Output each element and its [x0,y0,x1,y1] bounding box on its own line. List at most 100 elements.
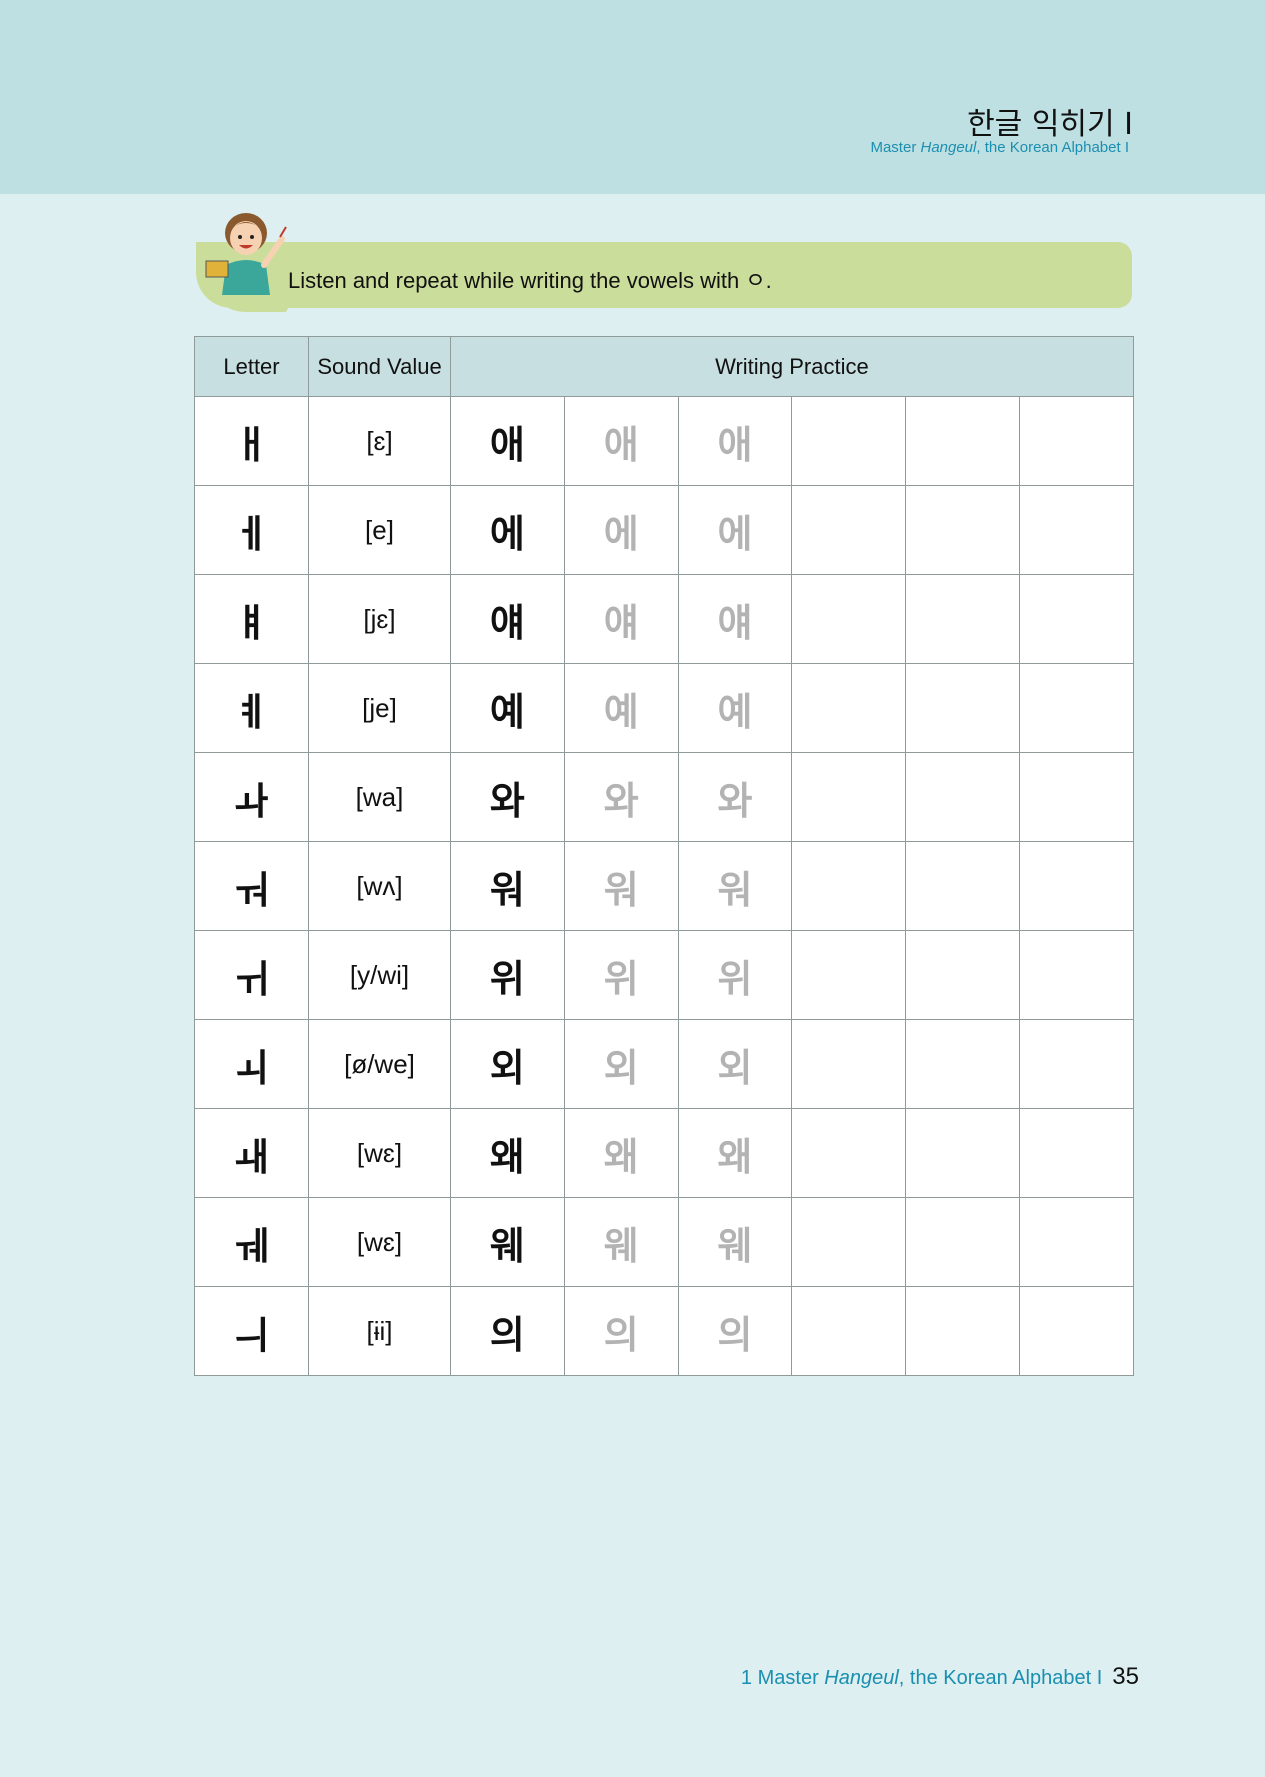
vowel-letter: ㅔ [194,485,309,575]
practice-blank-cell[interactable] [905,1108,1020,1198]
syllable-trace: 의 [563,1286,679,1376]
practice-blank-cell[interactable] [791,1286,907,1376]
practice-blank-cell[interactable] [1018,396,1134,486]
page-title: 한글 익히기 I [967,107,1133,142]
practice-blank-cell[interactable] [791,1019,907,1109]
header-letter: Letter [194,336,309,397]
syllable-trace: 예 [563,663,679,753]
footer-pre: 1 Master [740,1667,825,1689]
practice-blank-cell[interactable] [791,752,907,842]
syllable-model: 워 [450,841,565,931]
sound-value: [je] [308,663,451,753]
practice-blank-cell[interactable] [1018,752,1134,842]
practice-blank-cell[interactable] [791,841,907,931]
page-number: 35 [1112,1663,1139,1690]
syllable-trace: 위 [563,930,679,1020]
practice-blank-cell[interactable] [1018,663,1134,753]
syllable-trace: 에 [563,485,679,575]
syllable-trace: 애 [563,396,679,486]
syllable-trace: 왜 [677,1108,793,1198]
syllable-trace: 에 [677,485,793,575]
table-row: ㅟ [y/wi] 위 위 위 [194,930,1134,1020]
practice-blank-cell[interactable] [1018,930,1134,1020]
header-writing-practice: Writing Practice [450,336,1134,397]
table-row: ㅖ [je] 예 예 예 [194,663,1134,753]
practice-blank-cell[interactable] [1018,841,1134,931]
syllable-trace: 외 [677,1019,793,1109]
practice-blank-cell[interactable] [905,752,1020,842]
practice-blank-cell[interactable] [791,396,907,486]
practice-blank-cell[interactable] [791,485,907,575]
sound-value: [y/wi] [308,930,451,1020]
sound-value: [wɛ] [308,1108,451,1198]
syllable-model: 위 [450,930,565,1020]
vowel-letter: ㅖ [194,663,309,753]
sound-value: [wɛ] [308,1197,451,1287]
table-row: ㅞ [wɛ] 웨 웨 웨 [194,1197,1134,1287]
practice-blank-cell[interactable] [905,841,1020,931]
footer-italic: Hangeul [824,1667,899,1689]
syllable-model: 의 [450,1286,565,1376]
practice-blank-cell[interactable] [791,574,907,664]
instruction-text: Listen and repeat while writing the vowe… [288,268,772,293]
practice-blank-cell[interactable] [905,396,1020,486]
practice-blank-cell[interactable] [905,574,1020,664]
syllable-trace: 애 [677,396,793,486]
syllable-trace: 의 [677,1286,793,1376]
practice-blank-cell[interactable] [1018,574,1134,664]
header-band [0,0,1265,194]
syllable-model: 애 [450,396,565,486]
subtitle-pre: Master [870,139,921,156]
footer-post: , the Korean Alphabet I [898,1667,1103,1689]
table-body: ㅐ [ɛ] 애 애 애 ㅔ [e] 에 에 에 ㅒ [jɛ] 얘 얘 얘 ㅖ [je] 예 예 예 ㅘ [wa] 와 와 와 ㅝ[… [194,396,1134,1376]
syllable-trace: 와 [677,752,793,842]
syllable-trace: 왜 [563,1108,679,1198]
page-footer: 1 Master Hangeul, the Korean Alphabet I 3… [741,1663,1139,1691]
vowel-letter: ㅝ [194,841,309,931]
syllable-model: 얘 [450,574,565,664]
writing-practice-table: Letter Sound Value Writing Practice ㅐ [ɛ]… [194,336,1134,1376]
sound-value: [ø/we] [308,1019,451,1109]
syllable-model: 왜 [450,1108,565,1198]
syllable-trace: 웨 [677,1197,793,1287]
practice-blank-cell[interactable] [1018,1019,1134,1109]
vowel-letter: ㅚ [194,1019,309,1109]
table-row: ㅚ [ø/we] 외 외 외 [194,1019,1134,1109]
practice-blank-cell[interactable] [1018,1108,1134,1198]
vowel-letter: ㅘ [194,752,309,842]
subtitle-post: , the Korean Alphabet I [976,139,1129,156]
syllable-model: 와 [450,752,565,842]
practice-blank-cell[interactable] [791,1108,907,1198]
table-row: ㅐ [ɛ] 애 애 애 [194,396,1134,486]
practice-blank-cell[interactable] [1018,485,1134,575]
practice-blank-cell[interactable] [1018,1286,1134,1376]
practice-blank-cell[interactable] [791,930,907,1020]
vowel-letter: ㅒ [194,574,309,664]
practice-blank-cell[interactable] [905,663,1020,753]
practice-blank-cell[interactable] [905,1019,1020,1109]
syllable-trace: 예 [677,663,793,753]
practice-blank-cell[interactable] [905,1286,1020,1376]
practice-blank-cell[interactable] [791,1197,907,1287]
header-sound-value: Sound Value [308,336,451,397]
practice-blank-cell[interactable] [905,485,1020,575]
practice-blank-cell[interactable] [1018,1197,1134,1287]
syllable-trace: 워 [563,841,679,931]
table-row: ㅘ [wa] 와 와 와 [194,752,1134,842]
page-subtitle: Master Hangeul, the Korean Alphabet I [870,139,1129,156]
sound-value: [wa] [308,752,451,842]
practice-blank-cell[interactable] [791,663,907,753]
vowel-letter: ㅞ [194,1197,309,1287]
syllable-trace: 얘 [563,574,679,664]
syllable-trace: 와 [563,752,679,842]
practice-blank-cell[interactable] [905,930,1020,1020]
syllable-trace: 얘 [677,574,793,664]
syllable-model: 예 [450,663,565,753]
table-row: ㅔ [e] 에 에 에 [194,485,1134,575]
practice-blank-cell[interactable] [905,1197,1020,1287]
vowel-letter: ㅢ [194,1286,309,1376]
table-row: ㅙ [wɛ] 왜 왜 왜 [194,1108,1134,1198]
sound-value: [ɨi] [308,1286,451,1376]
syllable-model: 웨 [450,1197,565,1287]
table-row: ㅢ [ɨi] 의 의 의 [194,1286,1134,1376]
